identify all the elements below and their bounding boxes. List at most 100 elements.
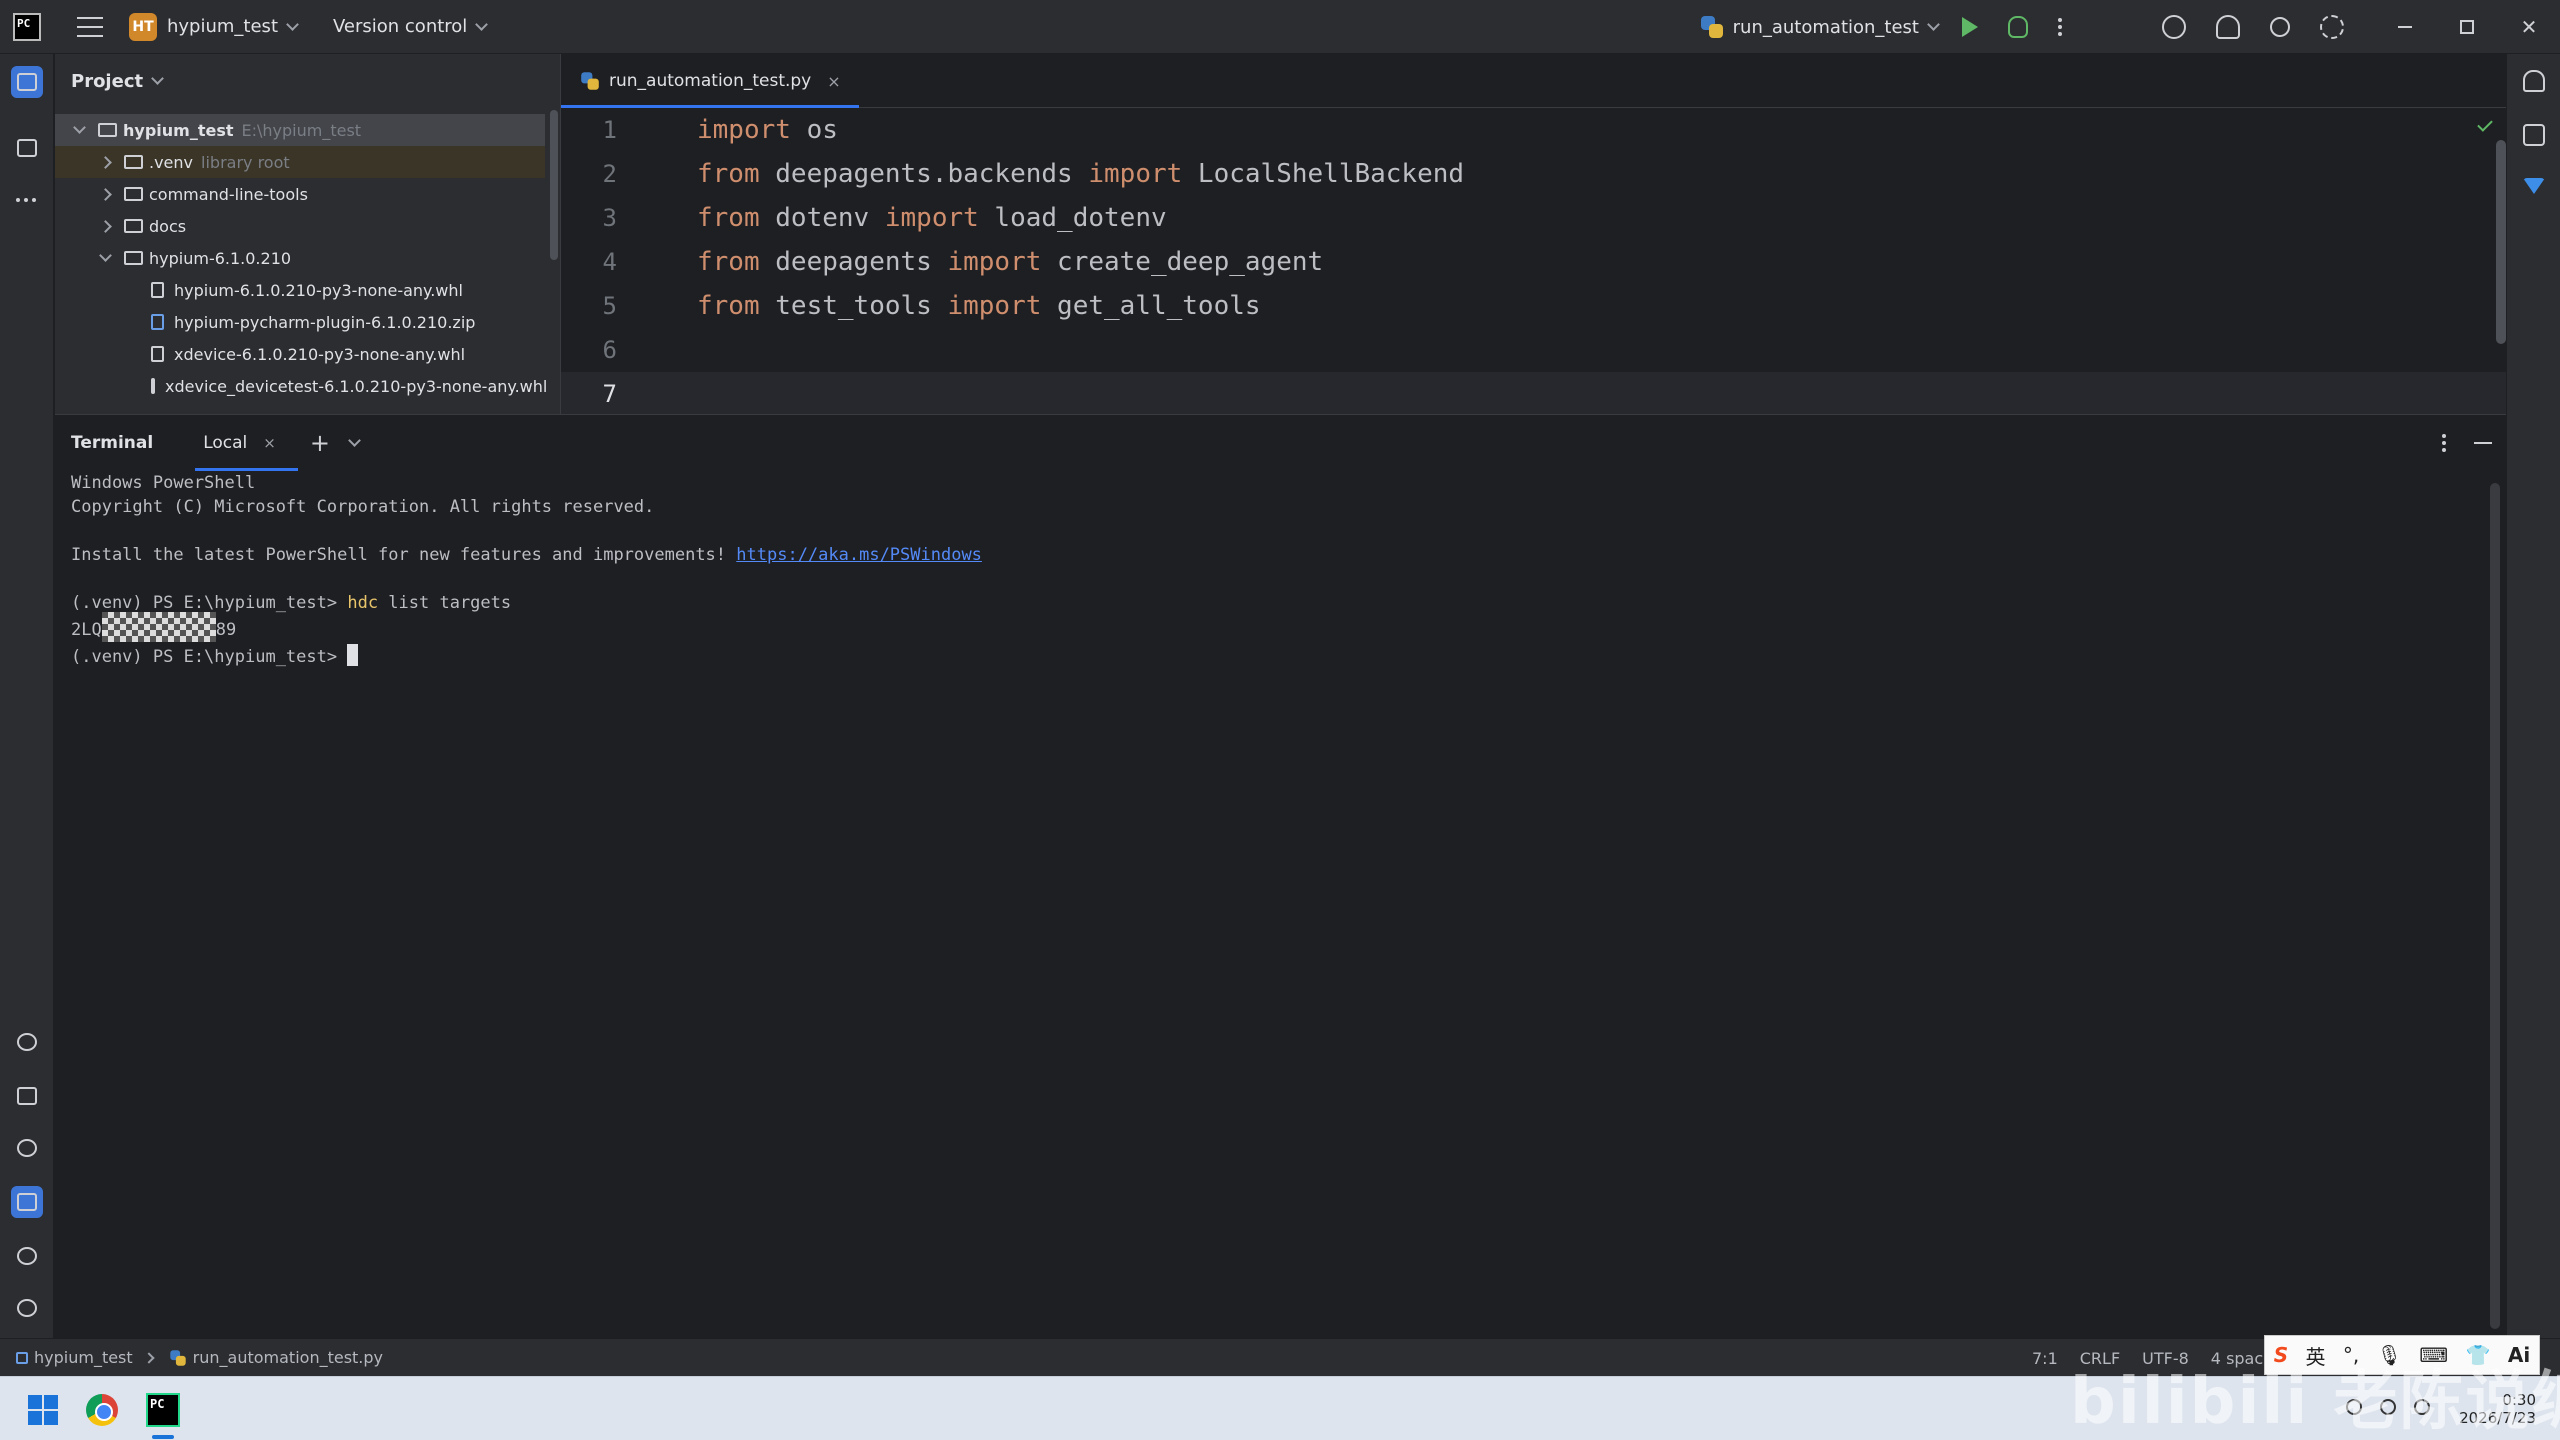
code-line[interactable]: 5 from test_tools import get_all_tools: [561, 284, 2507, 328]
terminal-icon: [17, 1193, 37, 1211]
code-editor[interactable]: run_automation_test.py × 1 import os 2 fro…: [560, 54, 2507, 416]
tree-item-hint: library root: [201, 152, 290, 172]
python-console-tool-button[interactable]: [11, 1026, 43, 1058]
line-number: 4: [602, 248, 617, 276]
terminal-command: hdc: [347, 593, 379, 613]
windows-start-icon[interactable]: [28, 1395, 58, 1425]
code-fragment: LocalShellBackend: [1182, 159, 1465, 189]
powershell-link[interactable]: https://aka.ms/PSWindows: [736, 545, 982, 565]
problems-tool-button[interactable]: [11, 1240, 43, 1272]
debug-button[interactable]: [2008, 16, 2028, 38]
notifications-bell-icon[interactable]: [2523, 70, 2545, 92]
tree-item-file[interactable]: xdevice_devicetest-6.1.0.210-py3-none-an…: [55, 370, 547, 402]
terminal-prompt: (.venv) PS E:\hypium_test>: [71, 593, 348, 613]
ai-assistant-icon[interactable]: [2162, 15, 2186, 39]
expand-chevron-icon[interactable]: [73, 120, 86, 134]
terminal-tab-local[interactable]: Local ×: [195, 415, 298, 471]
code-line[interactable]: 4 from deepagents import create_deep_agen…: [561, 240, 2507, 284]
project-panel-title: Project: [71, 70, 144, 92]
code-fragment: deepagents.backends: [759, 159, 1089, 189]
tree-item-command-line-tools[interactable]: command-line-tools: [55, 178, 545, 210]
tree-item-venv[interactable]: .venv library root: [55, 146, 545, 178]
line-number: 6: [602, 336, 617, 364]
editor-scrollbar[interactable]: [2496, 140, 2506, 344]
tree-item-hypium-folder[interactable]: hypium-6.1.0.210: [55, 242, 545, 274]
left-tool-stripe: [0, 54, 54, 1338]
code-fragment: create_deep_agent: [1041, 247, 1324, 277]
editor-tab-run-automation-test[interactable]: run_automation_test.py ×: [561, 54, 859, 108]
services-tool-button[interactable]: [11, 1132, 43, 1164]
code-fragment: get_all_tools: [1041, 291, 1261, 321]
tree-item-label: .venv: [149, 152, 194, 172]
project-badge[interactable]: HT: [129, 12, 157, 41]
collapse-chevron-icon[interactable]: [99, 155, 112, 169]
folder-icon: [17, 73, 37, 91]
terminal-options-icon[interactable]: [2442, 434, 2446, 452]
device-id-suffix: 89: [215, 620, 237, 640]
more-actions-icon[interactable]: [2058, 18, 2062, 36]
expand-chevron-icon[interactable]: [99, 248, 112, 262]
version-control-menu[interactable]: Version control: [333, 16, 489, 37]
pycharm-taskbar-icon[interactable]: PC: [146, 1393, 180, 1427]
breadcrumb-file[interactable]: run_automation_test.py: [193, 1348, 383, 1367]
settings-gear-icon[interactable]: [2320, 15, 2344, 39]
run-config-selector[interactable]: run_automation_test: [1700, 16, 1940, 38]
terminal-line: Install the latest PowerShell for new fe…: [71, 543, 2506, 567]
python-packages-tool-button[interactable]: [11, 1080, 43, 1112]
project-switcher[interactable]: hypium_test: [167, 16, 299, 37]
structure-tool-button[interactable]: [11, 132, 43, 164]
code-line-current[interactable]: 7: [561, 372, 2507, 416]
collapse-chevron-icon[interactable]: [99, 219, 112, 233]
pycharm-logo-icon[interactable]: PC: [13, 12, 41, 41]
redacted-mosaic: [101, 612, 216, 642]
terminal-output[interactable]: Windows PowerShell Copyright (C) Microsof…: [55, 471, 2506, 669]
keyword: from: [697, 291, 760, 321]
editor-tab-label: run_automation_test.py: [609, 71, 812, 91]
git-tool-button[interactable]: [11, 1292, 43, 1324]
chevron-down-icon[interactable]: [348, 433, 361, 447]
right-tool-stripe: [2506, 54, 2560, 1338]
close-tab-icon[interactable]: ×: [263, 434, 276, 452]
project-view-selector[interactable]: Project: [55, 54, 560, 108]
project-panel-scrollbar[interactable]: [550, 110, 558, 260]
search-icon[interactable]: [2270, 17, 2290, 37]
close-tab-icon[interactable]: ×: [827, 72, 840, 91]
caret-position[interactable]: 7:1: [2032, 1349, 2058, 1368]
tree-item-file[interactable]: hypium-6.1.0.210-py3-none-any.whl: [55, 274, 545, 306]
terminal-tool-button[interactable]: [11, 1186, 43, 1218]
folder-icon: [98, 123, 117, 137]
filter-icon[interactable]: [2523, 178, 2545, 194]
hide-panel-icon[interactable]: [2474, 442, 2492, 444]
window-maximize-button[interactable]: [2436, 0, 2498, 54]
python-file-icon: [169, 1349, 186, 1366]
tree-item-docs[interactable]: docs: [55, 210, 545, 242]
folder-icon: [124, 219, 143, 233]
window-minimize-button[interactable]: [2374, 0, 2436, 54]
project-tool-button[interactable]: [11, 66, 43, 98]
keyword: import: [947, 291, 1042, 321]
code-line[interactable]: 6: [561, 328, 2507, 372]
code-with-me-icon[interactable]: [2216, 15, 2240, 39]
keyword: import: [1088, 159, 1183, 189]
run-services-icon: [17, 1139, 37, 1157]
breadcrumb-project[interactable]: hypium_test: [34, 1348, 133, 1367]
problems-icon: [17, 1247, 37, 1265]
window-close-button[interactable]: ✕: [2498, 0, 2560, 54]
main-menu-icon[interactable]: [77, 16, 103, 37]
code-line[interactable]: 3 from dotenv import load_dotenv: [561, 196, 2507, 240]
terminal-scrollbar[interactable]: [2490, 483, 2500, 1329]
code-line[interactable]: 2 from deepagents.backends import LocalSh…: [561, 152, 2507, 196]
tree-item-file[interactable]: hypium-pycharm-plugin-6.1.0.210.zip: [55, 306, 545, 338]
new-terminal-plus-icon[interactable]: +: [310, 429, 330, 457]
tree-item-hypium-test[interactable]: hypium_test E:\hypium_test: [55, 114, 545, 146]
code-line[interactable]: 1 import os: [561, 108, 2507, 152]
folder-icon: [124, 155, 143, 169]
ai-chat-icon[interactable]: [2523, 124, 2545, 146]
more-tools-icon[interactable]: [16, 198, 36, 202]
run-button[interactable]: [1962, 17, 1978, 37]
chrome-icon[interactable]: [86, 1394, 118, 1426]
zip-file-icon: [151, 314, 164, 330]
collapse-chevron-icon[interactable]: [99, 187, 112, 201]
tree-item-file[interactable]: xdevice-6.1.0.210-py3-none-any.whl: [55, 338, 545, 370]
